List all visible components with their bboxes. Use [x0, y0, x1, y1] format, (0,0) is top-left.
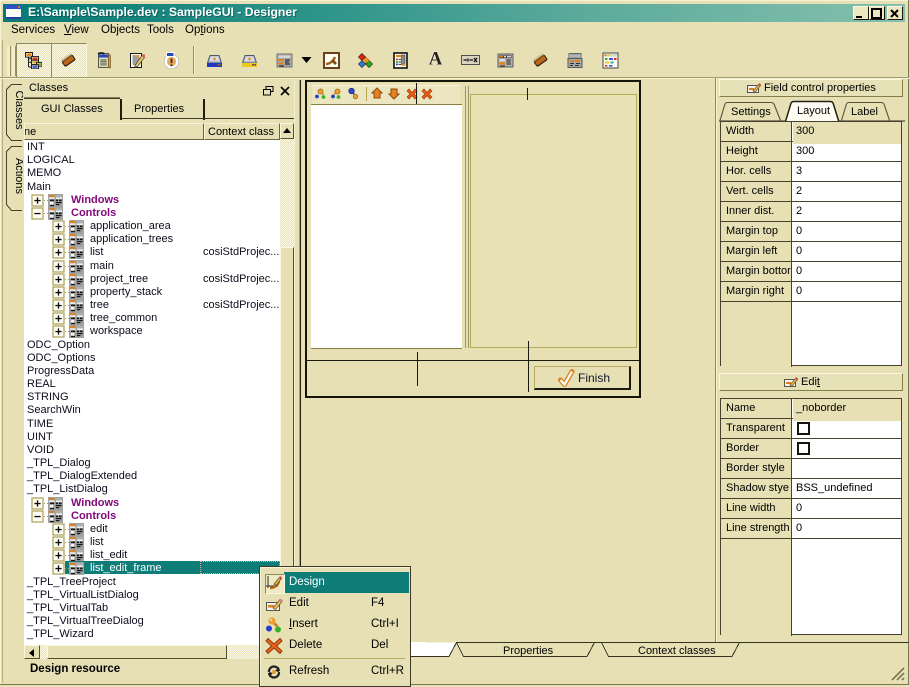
svg-text:Actions: Actions [13, 158, 23, 195]
svg-text:Classes: Classes [13, 90, 23, 130]
svg-text:A: A [429, 50, 443, 67]
